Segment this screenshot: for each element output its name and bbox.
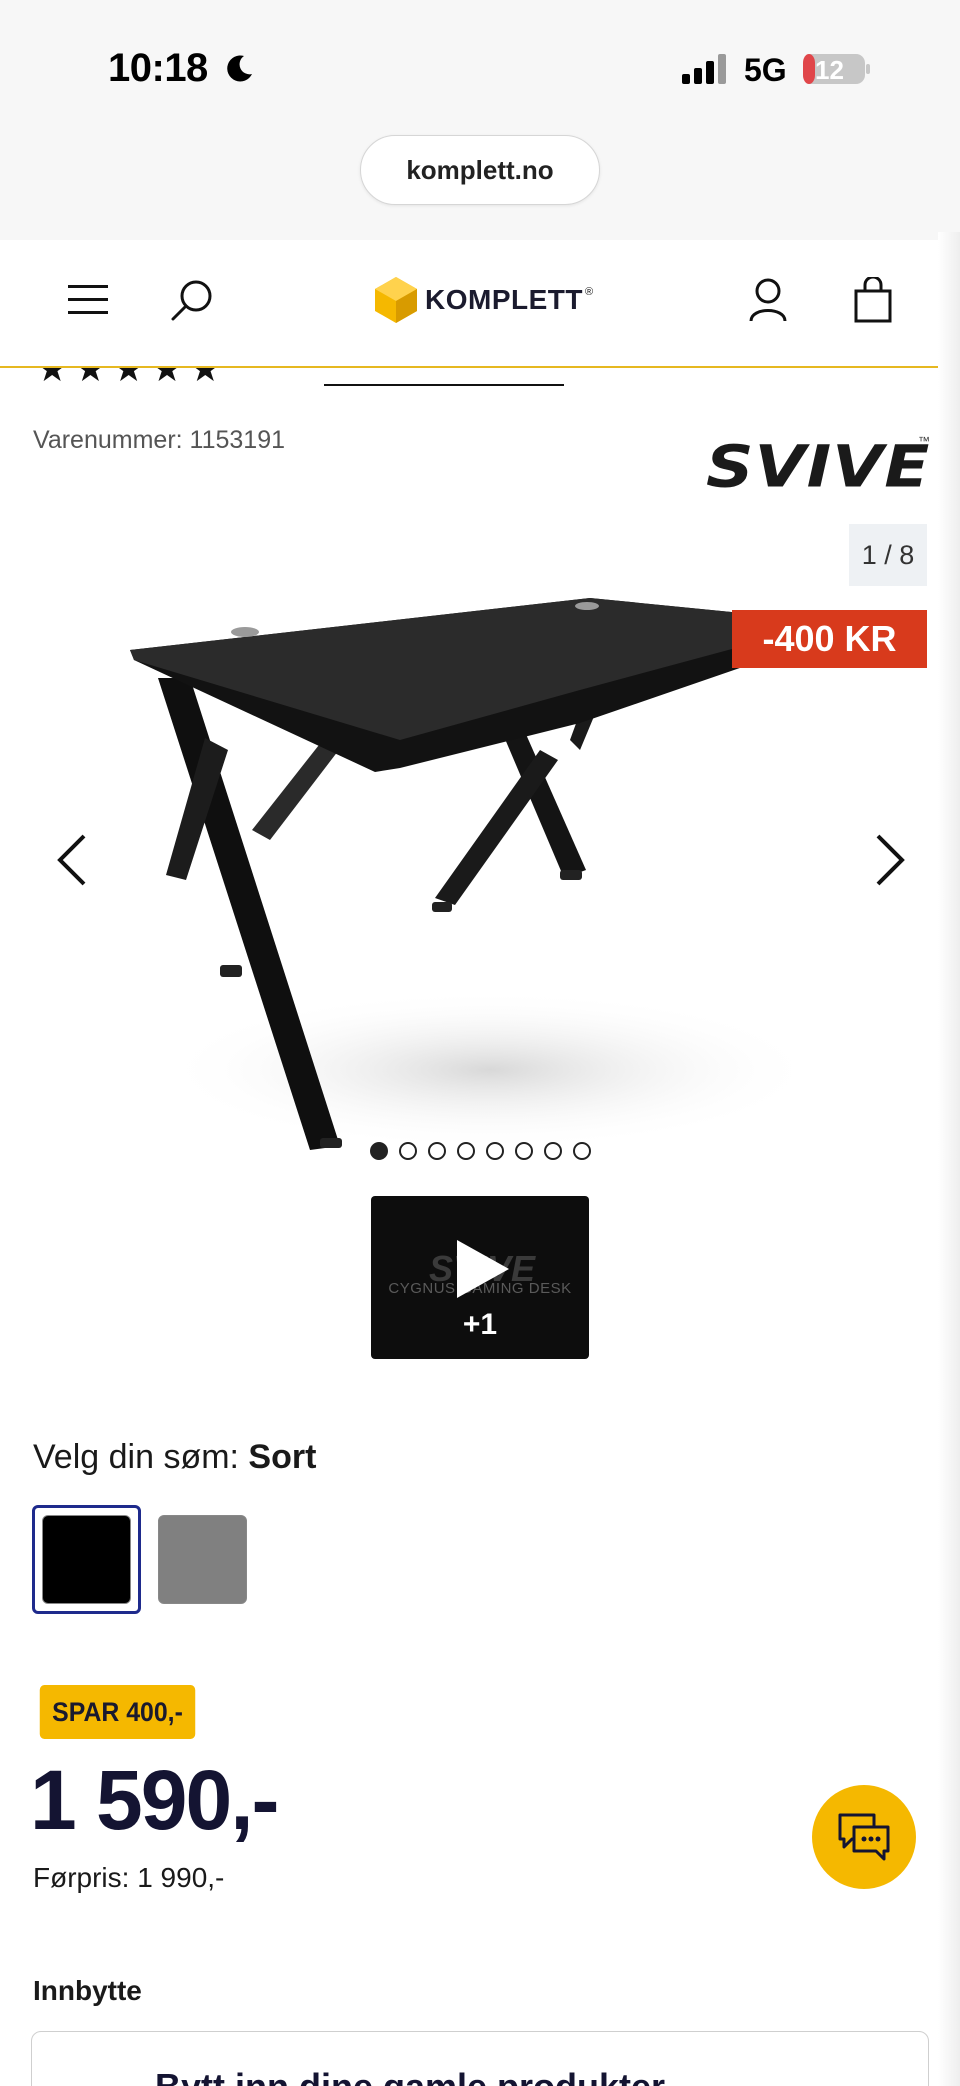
hamburger-icon — [68, 285, 108, 314]
url-text: komplett.no — [406, 154, 554, 185]
carousel-dot[interactable] — [515, 1142, 533, 1160]
page-edge-shadow — [938, 232, 960, 2086]
komplett-logo-icon — [375, 277, 417, 323]
save-badge: SPAR 400,- — [39, 1685, 196, 1739]
menu-button[interactable] — [58, 270, 118, 330]
site-header: KOMPLETT ® — [0, 240, 960, 368]
product-price: 1 590,- — [30, 1753, 280, 1847]
carousel-dot[interactable] — [457, 1142, 475, 1160]
logo-text: KOMPLETT — [425, 284, 583, 315]
browser-url-bar: komplett.no — [0, 135, 960, 240]
rating-stars: ★★★★★ — [36, 368, 227, 388]
logo-registered: ® — [585, 286, 594, 298]
rating-strip: ★★★★★ — [36, 368, 576, 388]
carousel-dot[interactable] — [573, 1142, 591, 1160]
carousel-dot[interactable] — [544, 1142, 562, 1160]
swatch-color — [158, 1515, 247, 1604]
tradein-text: Bytt inn dine gamle produkter — [155, 2066, 665, 2086]
chat-icon — [838, 1813, 890, 1861]
tradein-box[interactable]: Bytt inn dine gamle produkter — [31, 2031, 929, 2086]
image-counter: 1 / 8 — [849, 524, 927, 586]
brand-logo[interactable]: SVIVE — [706, 433, 930, 501]
search-button[interactable] — [162, 270, 222, 330]
signal-icon — [682, 54, 726, 84]
carousel-dot[interactable] — [486, 1142, 504, 1160]
play-icon — [457, 1240, 509, 1298]
reviews-link[interactable] — [324, 368, 564, 386]
product-sku: Varenummer: 1153191 — [33, 426, 286, 454]
url-pill[interactable]: komplett.no — [360, 135, 600, 205]
brand-trademark: ™ — [918, 434, 930, 448]
user-icon — [749, 278, 787, 322]
variant-selected-name: Sort — [248, 1438, 317, 1476]
cart-button[interactable] — [843, 270, 903, 330]
battery-level: 12 — [815, 55, 844, 85]
account-button[interactable] — [738, 270, 798, 330]
chat-button[interactable] — [812, 1785, 916, 1889]
status-bar: 10:18 5G 12 — [0, 0, 960, 135]
product-image[interactable] — [110, 510, 850, 1150]
carousel-dot[interactable] — [370, 1142, 388, 1160]
carousel-dots — [370, 1142, 591, 1160]
swatch-option-sort[interactable] — [32, 1505, 141, 1614]
chevron-right-icon[interactable] — [862, 830, 912, 890]
status-time: 10:18 — [108, 46, 208, 90]
tradein-title: Innbytte — [33, 1975, 142, 2006]
search-icon — [171, 280, 212, 321]
previous-price: Førpris: 1 990,- — [33, 1862, 225, 1893]
video-thumbnail[interactable]: SVIVE CYGNUS GAMING DESK +1 — [371, 1196, 589, 1359]
carousel-dot[interactable] — [428, 1142, 446, 1160]
carousel-dot[interactable] — [399, 1142, 417, 1160]
variant-label-prefix: Velg din søm: — [33, 1438, 249, 1476]
moon-icon — [227, 55, 252, 82]
chevron-left-icon[interactable] — [50, 830, 100, 890]
discount-badge: -400 KR — [732, 610, 927, 668]
variant-label: Velg din søm: Sort — [33, 1438, 316, 1477]
network-label: 5G — [744, 52, 787, 88]
swatch-option-gray[interactable] — [148, 1505, 257, 1614]
swatch-color — [42, 1515, 131, 1604]
site-logo[interactable]: KOMPLETT ® — [375, 272, 593, 328]
video-count: +1 — [462, 1308, 498, 1341]
shopping-bag-icon — [854, 277, 892, 323]
